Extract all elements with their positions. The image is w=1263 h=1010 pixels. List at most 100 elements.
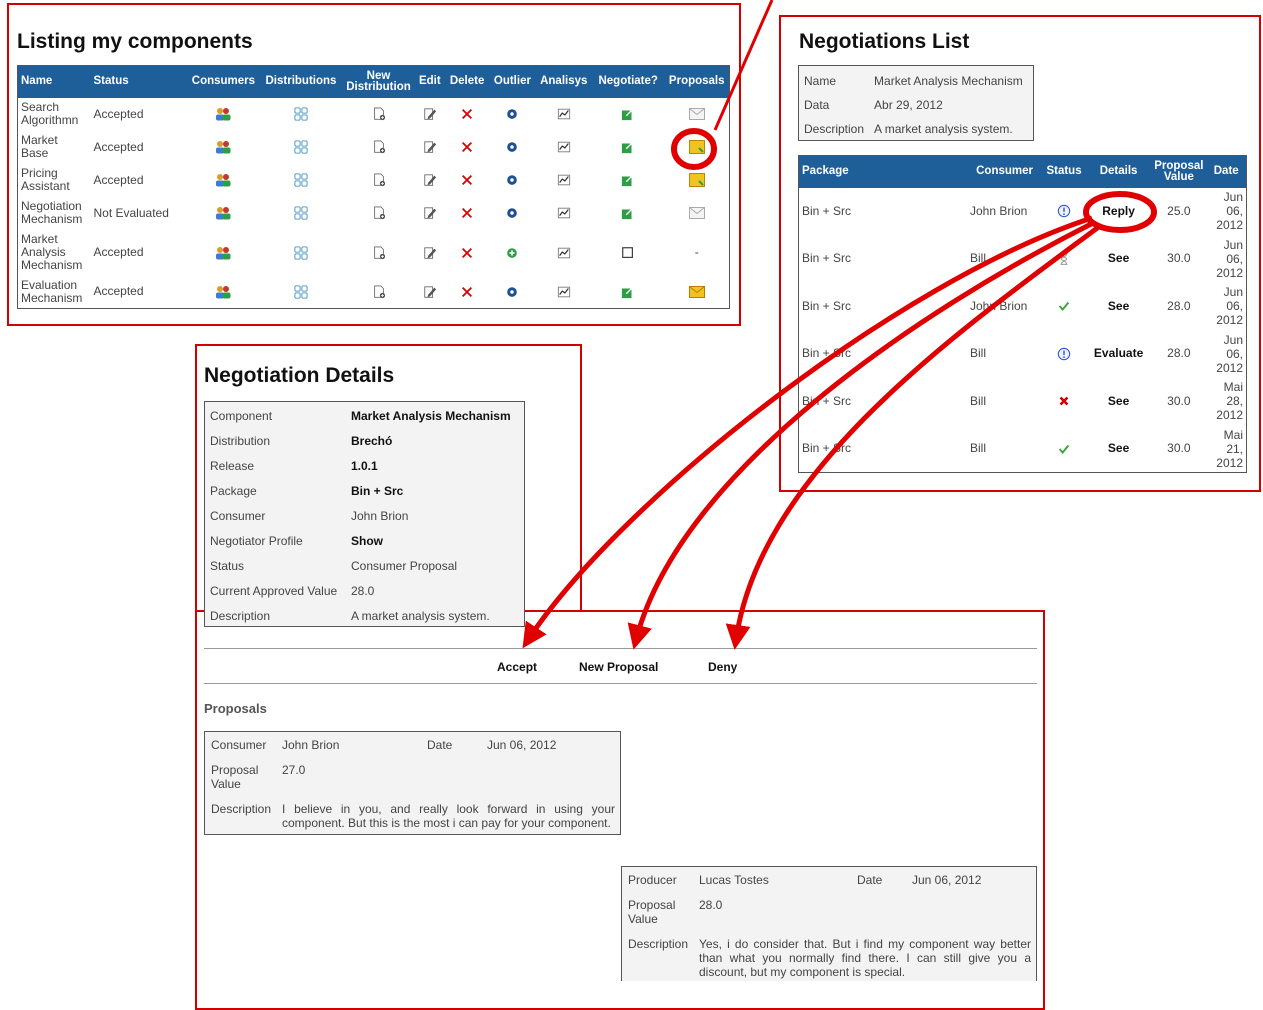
detail-row: Current Approved Value 28.0 xyxy=(205,578,516,603)
p1-desc-label: Description xyxy=(211,802,272,816)
consumer-cell: John Brion xyxy=(969,203,1028,218)
details-link[interactable]: See xyxy=(1108,251,1129,265)
delete-icon[interactable] xyxy=(460,246,474,260)
detail-value[interactable]: Show xyxy=(346,528,516,553)
new-distribution-icon[interactable] xyxy=(372,206,386,220)
deny-button[interactable]: Deny xyxy=(708,660,737,674)
table-row: Bin + Src Bill Evaluate 28.0 Jun 06, 2012 xyxy=(799,330,1247,378)
new-distribution-icon[interactable] xyxy=(372,173,386,187)
distributions-icon[interactable] xyxy=(294,107,308,121)
delete-icon[interactable] xyxy=(460,206,474,220)
delete-icon[interactable] xyxy=(460,140,474,154)
p1-party: John Brion xyxy=(282,738,340,752)
delete-icon[interactable] xyxy=(460,173,474,187)
detail-label: Distribution xyxy=(210,433,271,448)
analysis-chart-icon[interactable] xyxy=(557,285,571,299)
analysis-chart-icon[interactable] xyxy=(557,173,571,187)
delete-icon[interactable] xyxy=(460,107,474,121)
plus-icon[interactable] xyxy=(505,246,519,260)
col-proposals: Proposals xyxy=(664,65,730,98)
col-delete: Delete xyxy=(444,65,490,98)
outlier-dot-icon[interactable] xyxy=(505,285,519,299)
consumers-icon[interactable] xyxy=(215,173,231,187)
edit-icon[interactable] xyxy=(423,140,437,154)
details-link[interactable]: See xyxy=(1108,394,1129,408)
distributions-icon[interactable] xyxy=(294,140,308,154)
details-link[interactable]: Evaluate xyxy=(1094,346,1143,360)
col-distributions: Distributions xyxy=(259,65,343,98)
consumers-icon[interactable] xyxy=(215,246,231,260)
details-link[interactable]: See xyxy=(1108,299,1129,313)
p2-date: Jun 06, 2012 xyxy=(912,873,982,887)
negotiate-icon[interactable] xyxy=(621,285,635,299)
edit-icon[interactable] xyxy=(423,107,437,121)
detail-value: 1.0.1 xyxy=(351,458,378,473)
analysis-chart-icon[interactable] xyxy=(557,246,571,260)
info-name: Market Analysis Mechanism xyxy=(874,74,1023,88)
distributions-icon[interactable] xyxy=(294,246,308,260)
distributions-icon[interactable] xyxy=(294,285,308,299)
edit-icon[interactable] xyxy=(423,285,437,299)
proposal-value-cell: 30.0 xyxy=(1167,251,1191,266)
outlier-dot-icon[interactable] xyxy=(505,140,519,154)
p2-party-label: Producer xyxy=(628,873,677,887)
edit-icon[interactable] xyxy=(423,173,437,187)
detail-row: Distribution Brechó xyxy=(205,428,516,453)
delete-icon[interactable] xyxy=(460,285,474,299)
analysis-chart-icon[interactable] xyxy=(557,206,571,220)
info-data-label: Data xyxy=(804,98,830,112)
p2-desc: Yes, i do consider that. But i find my c… xyxy=(699,937,1031,979)
negotiate-icon[interactable] xyxy=(621,173,635,187)
consumer-cell: Bill xyxy=(969,346,986,361)
checkbox-icon[interactable] xyxy=(621,246,635,260)
distributions-icon[interactable] xyxy=(294,206,308,220)
outlier-dot-icon[interactable] xyxy=(505,107,519,121)
detail-label: Release xyxy=(210,458,255,473)
new-distribution-icon[interactable] xyxy=(372,285,386,299)
mail-icon[interactable] xyxy=(689,207,705,219)
detail-row: Negotiator Profile Show xyxy=(205,528,516,553)
negotiate-icon[interactable] xyxy=(621,140,635,154)
details-link[interactable]: Reply xyxy=(1102,204,1135,218)
edit-icon[interactable] xyxy=(423,246,437,260)
accept-button[interactable]: Accept xyxy=(497,660,537,674)
edit-icon[interactable] xyxy=(423,206,437,220)
new-distribution-icon[interactable] xyxy=(372,107,386,121)
component-name: Evaluation Mechanism xyxy=(21,277,83,305)
consumer-cell: Bill xyxy=(969,441,986,455)
proposal-value-cell: 28.0 xyxy=(1167,346,1191,361)
component-status: Accepted xyxy=(93,245,144,259)
negotiate-icon[interactable] xyxy=(621,206,635,220)
outlier-dot-icon[interactable] xyxy=(505,173,519,187)
consumers-icon[interactable] xyxy=(215,285,231,299)
p2-value-label: Proposal Value xyxy=(628,898,676,926)
new-proposal-button[interactable]: New Proposal xyxy=(579,660,658,674)
package-cell: Bin + Src xyxy=(802,441,852,455)
new-proposal-icon[interactable] xyxy=(689,173,705,187)
envelope-icon[interactable] xyxy=(689,286,705,298)
consumers-icon[interactable] xyxy=(215,206,231,220)
detail-value: Market Analysis Mechanism xyxy=(351,408,511,423)
analysis-chart-icon[interactable] xyxy=(557,140,571,154)
new-distribution-icon[interactable] xyxy=(372,140,386,154)
negotiate-icon[interactable] xyxy=(621,107,635,121)
new-distribution-icon[interactable] xyxy=(372,246,386,260)
analysis-chart-icon[interactable] xyxy=(557,107,571,121)
p1-value-label: Proposal Value xyxy=(211,763,259,791)
distributions-icon[interactable] xyxy=(294,173,308,187)
outlier-dot-icon[interactable] xyxy=(505,206,519,220)
consumers-icon[interactable] xyxy=(215,140,231,154)
component-name: Market Analysis Mechanism xyxy=(21,232,83,272)
col-status: Status xyxy=(90,65,188,98)
new-proposal-icon[interactable] xyxy=(689,140,705,154)
consumers-icon[interactable] xyxy=(215,107,231,121)
component-status: Accepted xyxy=(93,106,144,121)
p2-value: 28.0 xyxy=(699,898,723,912)
detail-label: Current Approved Value xyxy=(210,583,338,598)
mail-icon[interactable] xyxy=(689,108,705,120)
details-link[interactable]: See xyxy=(1108,441,1129,455)
p2-party: Lucas Tostes xyxy=(699,873,769,887)
check-icon xyxy=(1057,442,1071,456)
listing-panel: Listing my components Name Status Consum… xyxy=(7,3,741,326)
component-status: Accepted xyxy=(93,139,144,154)
